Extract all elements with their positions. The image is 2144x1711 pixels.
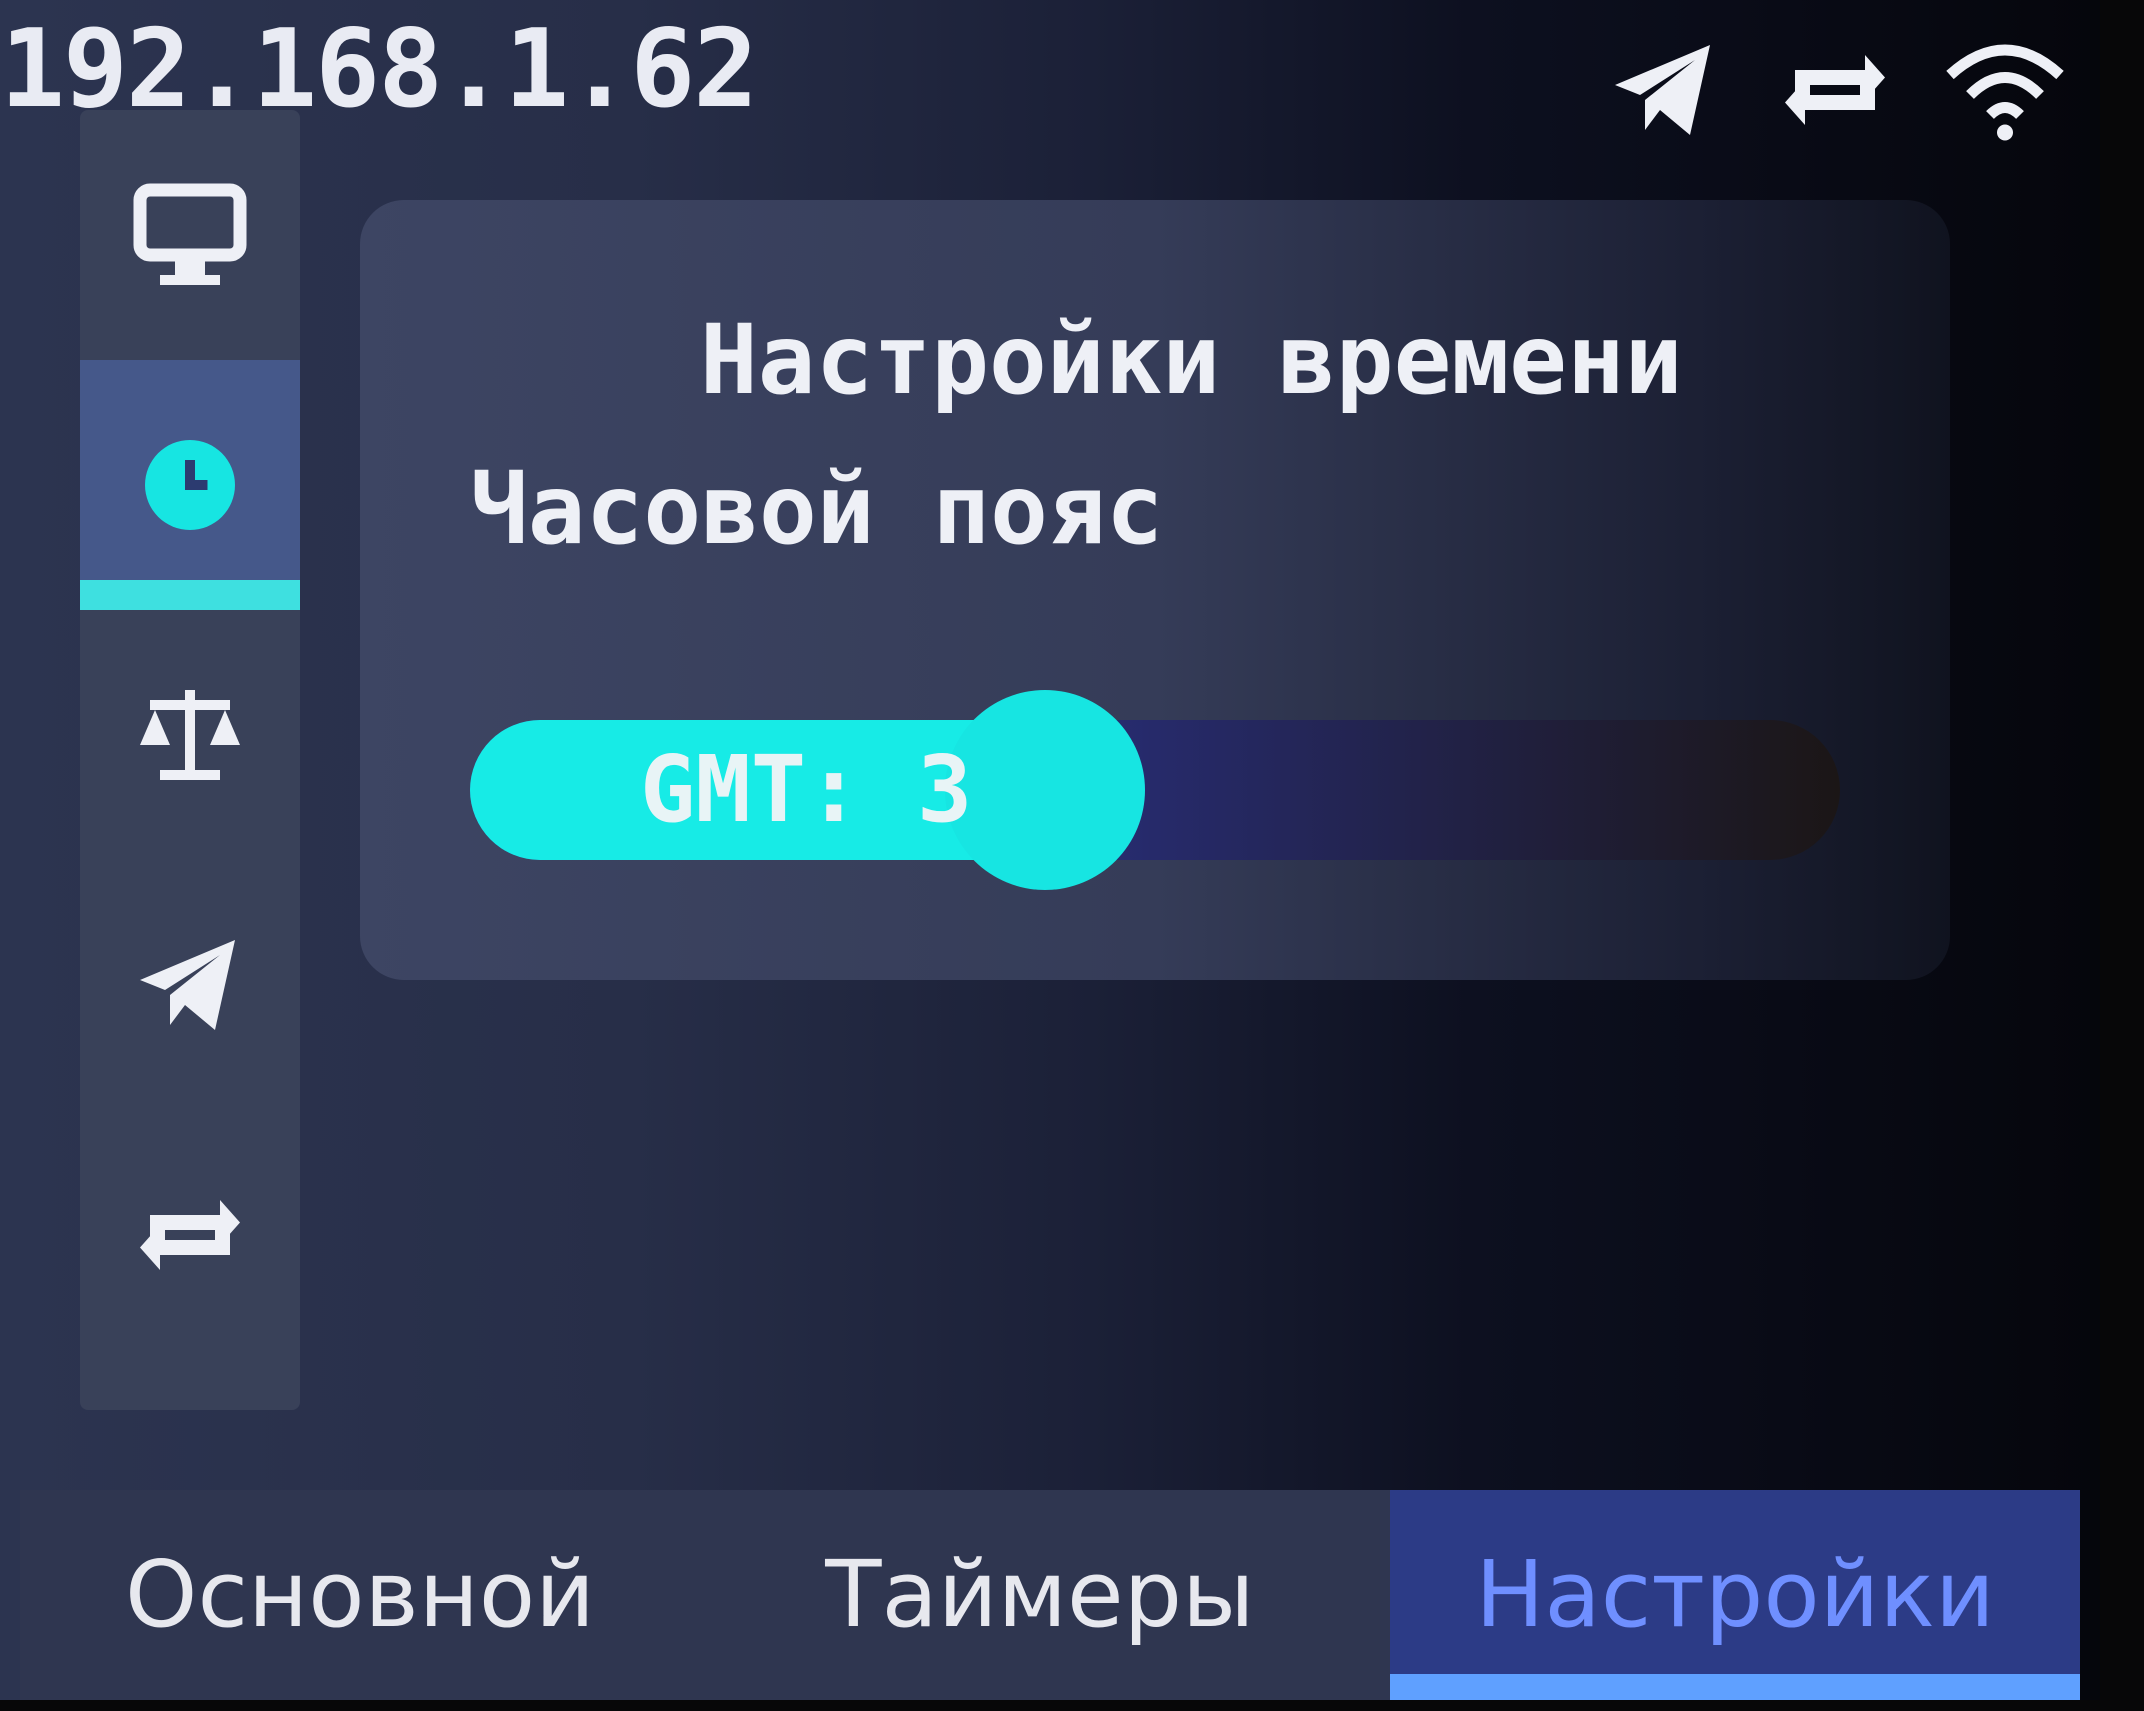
device-screen: 192.168.1.62 Настройки времени Часовой п… <box>0 0 2100 1700</box>
wifi-icon <box>1946 44 2064 141</box>
sidebar-item-sync[interactable] <box>80 1110 300 1360</box>
telegram-icon <box>140 940 235 1030</box>
sync-icon <box>1785 55 1885 125</box>
sidebar-item-telegram[interactable] <box>80 860 300 1110</box>
sidebar-item-time[interactable] <box>80 360 300 610</box>
timezone-label: Часовой пояс <box>470 454 1164 566</box>
timezone-slider-knob[interactable] <box>945 690 1146 890</box>
status-icons <box>1600 30 2070 150</box>
sidebar-item-scale[interactable] <box>80 610 300 860</box>
sidebar-item-display[interactable] <box>80 110 300 360</box>
monitor-icon <box>133 183 247 285</box>
panel-title: Настройки времени <box>700 304 1683 416</box>
scale-icon <box>140 690 240 780</box>
active-tab-indicator <box>1390 1674 2080 1700</box>
sync-icon <box>140 1200 240 1270</box>
tab-settings[interactable]: Настройки <box>1390 1490 2080 1700</box>
tab-timers[interactable]: Таймеры <box>700 1490 1380 1700</box>
tab-bar: Основной Таймеры Настройки <box>20 1490 2080 1700</box>
timezone-value: GMT: 3 <box>640 736 973 843</box>
tab-main[interactable]: Основной <box>20 1490 700 1700</box>
active-nav-indicator <box>80 580 300 610</box>
telegram-icon <box>1615 45 1710 135</box>
time-settings-panel: Настройки времени Часовой пояс GMT: 3 <box>360 200 1950 980</box>
clock-icon <box>145 440 235 530</box>
tab-settings-label: Настройки <box>1475 1541 1995 1648</box>
sidebar <box>80 110 300 1410</box>
